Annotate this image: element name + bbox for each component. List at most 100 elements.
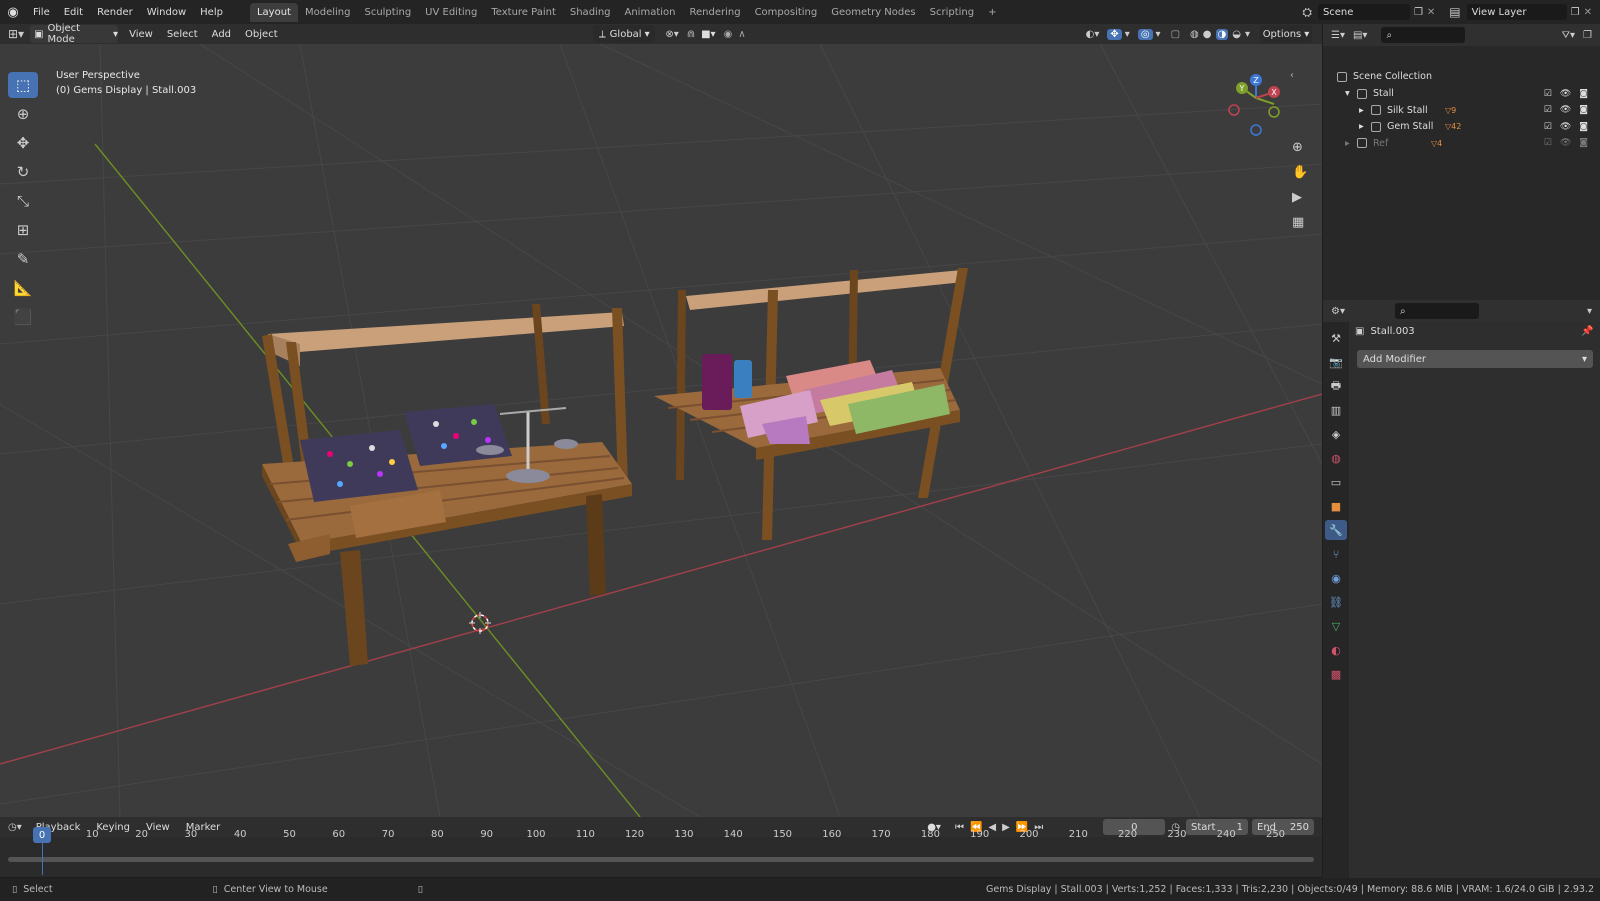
workspace-tab-shading[interactable]: Shading	[563, 3, 618, 22]
rotate-tool-icon[interactable]: ↻	[8, 159, 38, 185]
object-tab-icon[interactable]: ■	[1325, 496, 1347, 516]
xray-toggle-icon[interactable]: ▢	[1171, 29, 1180, 40]
new-collection-icon[interactable]: ❐	[1583, 30, 1592, 41]
workspace-tab-animation[interactable]: Animation	[618, 3, 683, 22]
outliner-search-input[interactable]: ⌕	[1381, 27, 1466, 43]
view-layer-browse-icon[interactable]: ▤	[1449, 5, 1460, 19]
modifier-tab-icon[interactable]: 🔧	[1325, 520, 1347, 540]
scale-tool-icon[interactable]: ⤡	[8, 188, 38, 214]
collection-tab-icon[interactable]: ▭	[1325, 472, 1347, 492]
workspace-tab-rendering[interactable]: Rendering	[682, 3, 747, 22]
remove-view-layer-icon[interactable]: ✕	[1584, 7, 1592, 18]
annotate-tool-icon[interactable]: ✎	[8, 246, 38, 272]
eye-icon[interactable]: 👁	[1560, 89, 1571, 99]
workspace-tab-texture-paint[interactable]: Texture Paint	[484, 3, 563, 22]
world-tab-icon[interactable]: ◍	[1325, 448, 1347, 468]
object-mode-dropdown[interactable]: ▣ Object Mode ▾	[30, 23, 119, 45]
3d-viewport[interactable]: Z Y X User Perspective (0) Gems Display …	[0, 44, 1322, 817]
workspace-tab-compositing[interactable]: Compositing	[748, 3, 825, 22]
snap-icon[interactable]: ⋒	[687, 29, 695, 40]
rendered-shading-icon[interactable]: ◒	[1232, 29, 1241, 40]
camera-icon[interactable]: ◙	[1579, 122, 1588, 132]
3d-cursor[interactable]	[469, 612, 491, 634]
viewport-menu-view[interactable]: View	[122, 29, 160, 40]
outliner-row-stall[interactable]: ▾ Stall ☑ 👁 ◙	[1323, 85, 1600, 102]
outliner-row-ref[interactable]: ▸ Ref ▽4 ☑ 👁 ◙	[1323, 135, 1600, 152]
checkbox-icon[interactable]: ☑	[1544, 89, 1552, 99]
workspace-tab-scripting[interactable]: Scripting	[923, 3, 981, 22]
collapsed-arrow-icon[interactable]: ▸	[1359, 105, 1371, 116]
workspace-tab-sculpting[interactable]: Sculpting	[357, 3, 418, 22]
solid-shading-icon[interactable]: ●	[1203, 29, 1212, 40]
menu-edit[interactable]: Edit	[57, 7, 90, 18]
properties-options-icon[interactable]: ▾	[1587, 306, 1592, 317]
texture-tab-icon[interactable]: ▩	[1325, 664, 1347, 684]
scene-collection-row[interactable]: Scene Collection	[1323, 68, 1600, 85]
filter-icon[interactable]: ⛛▾	[1562, 30, 1575, 41]
data-tab-icon[interactable]: ▽	[1325, 616, 1347, 636]
falloff-icon[interactable]: ∧	[738, 29, 745, 40]
camera-icon[interactable]: ◙	[1579, 105, 1588, 115]
menu-window[interactable]: Window	[140, 7, 193, 18]
scene-selector[interactable]: Scene	[1317, 4, 1410, 20]
expanded-arrow-icon[interactable]: ▾	[1345, 88, 1357, 99]
material-tab-icon[interactable]: ◐	[1325, 640, 1347, 660]
editor-type-icon[interactable]: ⊞▾	[8, 27, 24, 41]
scene-tab-icon[interactable]: ◈	[1325, 424, 1347, 444]
shading-dropdown-icon[interactable]: ▾	[1245, 29, 1250, 40]
transform-tool-icon[interactable]: ⊞	[8, 217, 38, 243]
viewport-menu-object[interactable]: Object	[238, 29, 285, 40]
eye-icon[interactable]: 👁	[1560, 122, 1571, 132]
scene-browse-icon[interactable]: ⛭	[1302, 5, 1312, 20]
viewport-menu-add[interactable]: Add	[205, 29, 238, 40]
pivot-point-icon[interactable]: ⊗▾	[665, 29, 678, 40]
timeline-scrollbar[interactable]	[8, 857, 1314, 862]
particles-tab-icon[interactable]: ⑂	[1325, 544, 1347, 564]
move-tool-icon[interactable]: ✥	[8, 130, 38, 156]
pin-icon[interactable]: 📌	[1581, 326, 1593, 337]
outliner-row-silk-stall[interactable]: ▸ Silk Stall ▽9 ☑ 👁 ◙	[1323, 102, 1600, 119]
camera-icon[interactable]: ◙	[1579, 138, 1588, 148]
outliner-row-gem-stall[interactable]: ▸ Gem Stall ▽42 ☑ 👁 ◙	[1323, 118, 1600, 135]
properties-editor-type-icon[interactable]: ⚙▾	[1331, 306, 1345, 317]
output-tab-icon[interactable]: 🖶	[1325, 376, 1347, 396]
remove-scene-icon[interactable]: ✕	[1427, 7, 1435, 18]
properties-search-input[interactable]: ⌕	[1394, 303, 1479, 319]
cursor-tool-icon[interactable]: ⊕	[8, 101, 38, 127]
menu-help[interactable]: Help	[193, 7, 230, 18]
constraints-tab-icon[interactable]: ⛓	[1325, 592, 1347, 612]
eye-icon[interactable]: 👁	[1560, 105, 1571, 115]
play-reverse-icon[interactable]: ◀	[988, 822, 996, 833]
select-box-tool-icon[interactable]: ⬚	[8, 72, 38, 98]
collapsed-arrow-icon[interactable]: ▸	[1345, 138, 1357, 149]
gizmo-dropdown-icon[interactable]: ▾	[1125, 29, 1130, 40]
navigation-gizmo[interactable]: Z Y X	[1228, 74, 1280, 136]
menu-render[interactable]: Render	[90, 7, 140, 18]
camera-icon[interactable]: ▶	[1292, 190, 1302, 205]
options-dropdown[interactable]: Options ▾	[1260, 25, 1312, 43]
new-scene-icon[interactable]: ❐	[1414, 7, 1423, 18]
silk-stall[interactable]	[654, 268, 968, 540]
playhead[interactable]: 0	[33, 827, 51, 843]
view-object-types-icon[interactable]: ◐▾	[1086, 29, 1100, 40]
new-view-layer-icon[interactable]: ❐	[1571, 7, 1580, 18]
outliner-editor-type-icon[interactable]: ☰▾	[1331, 30, 1345, 41]
play-icon[interactable]: ▶	[1002, 822, 1010, 833]
physics-tab-icon[interactable]: ◉	[1325, 568, 1347, 588]
gizmo-toggle-icon[interactable]: ✥	[1107, 28, 1122, 40]
overlays-dropdown-icon[interactable]: ▾	[1156, 29, 1161, 40]
transform-orientation-dropdown[interactable]: ⟂ Global ▾	[593, 25, 656, 43]
perspective-grid-icon[interactable]: ▦	[1292, 215, 1304, 230]
viewport-menu-select[interactable]: Select	[160, 29, 205, 40]
workspace-tab-uv-editing[interactable]: UV Editing	[418, 3, 484, 22]
checkbox-icon[interactable]: ☑	[1544, 138, 1552, 148]
workspace-tab-geometry-nodes[interactable]: Geometry Nodes	[824, 3, 922, 22]
wireframe-shading-icon[interactable]: ◍	[1190, 29, 1199, 40]
proportional-edit-icon[interactable]: ◉	[724, 29, 733, 40]
timeline-editor-type-icon[interactable]: ◷▾	[8, 822, 22, 833]
checkbox-icon[interactable]: ☑	[1544, 122, 1552, 132]
jump-start-icon[interactable]: ⏮	[955, 822, 964, 833]
pan-hand-icon[interactable]: ✋	[1292, 165, 1308, 180]
add-cube-tool-icon[interactable]: ⬛	[8, 304, 38, 330]
zoom-icon[interactable]: ⊕	[1292, 140, 1303, 155]
